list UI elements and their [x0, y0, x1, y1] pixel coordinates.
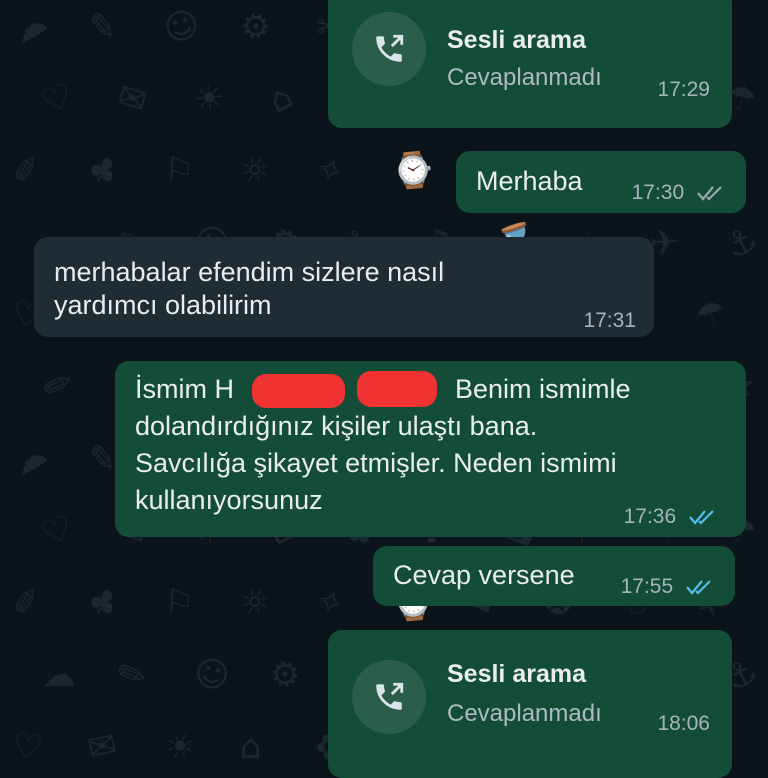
message-text-line: yardımcı olabilirim: [54, 290, 272, 320]
wallpaper-doodle-icon: ☁: [4, 433, 54, 485]
wallpaper-doodle-icon: ⚙: [267, 652, 304, 698]
wallpaper-doodle-icon: ☺: [159, 2, 205, 52]
read-receipt-icon: [686, 580, 711, 596]
wallpaper-doodle-icon: ⚐: [162, 149, 196, 193]
wallpaper-doodle-icon: ⚓: [718, 218, 765, 268]
wallpaper-doodle-icon: ✎: [85, 5, 119, 49]
redaction-mark: [252, 374, 345, 408]
wallpaper-doodle-icon: ☺: [189, 651, 234, 699]
redaction-mark: [357, 371, 437, 407]
wallpaper-doodle-icon: ♡: [8, 724, 46, 768]
message-text-line: kullanıyorsunuz: [135, 485, 323, 515]
wallpaper-doodle-icon: ♣: [80, 146, 127, 196]
wallpaper-doodle-icon: ✐: [8, 580, 44, 626]
read-receipt-icon: [689, 510, 714, 526]
voice-call-icon: [352, 660, 426, 734]
outgoing-message[interactable]: Merhaba 17:30: [456, 151, 746, 213]
wallpaper-doodle-icon: ♡: [36, 506, 79, 556]
message-time: 17:31: [583, 309, 636, 332]
wallpaper-doodle-icon: ✐: [36, 363, 77, 411]
wallpaper-doodle-icon: ⚐: [162, 581, 196, 625]
call-title: Sesli arama: [447, 660, 586, 688]
wallpaper-doodle-icon: ☼: [234, 579, 277, 627]
message-text: Merhaba: [476, 166, 583, 196]
message-time: 17:55: [620, 575, 674, 598]
incoming-message[interactable]: merhabalar efendim sizlere nasıl yardımc…: [34, 237, 654, 337]
message-text-line: merhabalar efendim sizlere nasıl: [54, 257, 445, 287]
wallpaper-doodle-icon: ☂: [690, 291, 732, 339]
wallpaper-doodle-icon: ☁: [4, 1, 54, 53]
message-time: 17:30: [631, 181, 685, 204]
wallpaper-doodle-icon: ✐: [8, 148, 44, 194]
message-text-part: İsmim H: [135, 374, 234, 404]
wallpaper-doodle-icon: ✉: [112, 75, 152, 123]
wallpaper-doodle-icon: ♣: [80, 578, 127, 628]
wallpaper-doodle-icon: ☁: [42, 655, 77, 695]
message-meta: 17:30: [632, 181, 726, 205]
missed-voice-call-bubble[interactable]: Sesli arama Cevaplanmadı 18:06: [328, 630, 732, 778]
wallpaper-doodle-icon: ✎: [111, 651, 154, 699]
outgoing-message[interactable]: İsmim HT Benim ismimle dolandırdığınız k…: [115, 361, 746, 537]
message-text-part: Benim ismimle: [447, 374, 631, 404]
message-time: 17:36: [623, 505, 677, 528]
message-text: Cevap versene: [393, 560, 575, 590]
wallpaper-doodle-icon: ⌚: [390, 149, 437, 193]
call-title: Sesli arama: [447, 26, 586, 54]
wallpaper-doodle-icon: ⌂: [239, 726, 263, 768]
wallpaper-doodle-icon: ⌂: [261, 76, 301, 122]
wallpaper-doodle-icon: ☀: [192, 77, 227, 121]
wallpaper-doodle-icon: ✧: [310, 147, 351, 195]
voice-call-icon: [352, 12, 426, 86]
message-text-line: dolandırdığınız kişiler ulaştı bana.: [135, 411, 538, 441]
message-time: 17:29: [657, 78, 710, 101]
missed-voice-call-bubble[interactable]: Sesli arama Cevaplanmadı 17:29: [328, 0, 732, 128]
wallpaper-doodle-icon: ☀: [157, 722, 202, 768]
message-meta: 17:36: [624, 505, 718, 529]
double-check-icon: [697, 186, 722, 202]
wallpaper-doodle-icon: ✧: [310, 579, 351, 627]
wallpaper-doodle-icon: ☼: [234, 147, 277, 195]
message-time: 18:06: [657, 712, 710, 735]
wallpaper-doodle-icon: ✉: [84, 724, 121, 768]
message-meta: 17:55: [621, 575, 715, 599]
wallpaper-doodle-icon: ⚙: [234, 2, 277, 52]
wallpaper-doodle-icon: ✎: [85, 437, 119, 481]
wallpaper-doodle-icon: ♡: [36, 74, 79, 124]
message-text-line: Savcılığa şikayet etmişler. Neden ismimi: [135, 448, 617, 478]
call-status: Cevaplanmadı: [447, 700, 602, 727]
call-status: Cevaplanmadı: [447, 64, 602, 91]
outgoing-message[interactable]: Cevap versene 17:55: [373, 546, 735, 606]
